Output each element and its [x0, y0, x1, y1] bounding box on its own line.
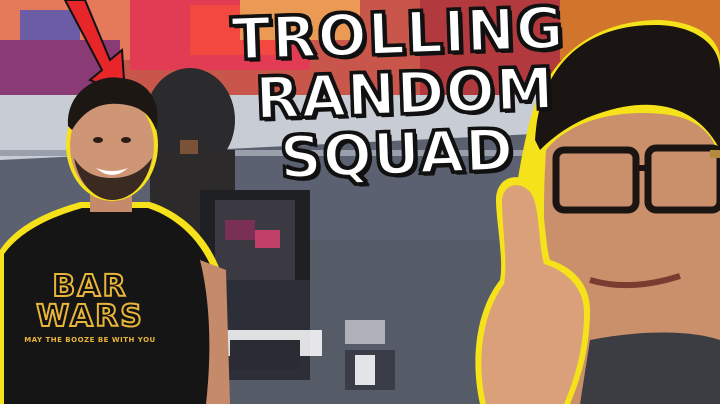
shirt-tagline: MAY THE BOOZE BE WITH YOU	[24, 336, 156, 344]
left-person	[0, 77, 230, 404]
title-line-3: SQUAD	[277, 114, 517, 193]
shirt-line-1: BAR	[51, 269, 128, 304]
shirt-print: BAR WARS MAY THE BOOZE BE WITH YOU	[0, 269, 180, 345]
shirt-line-2: WARS	[35, 299, 144, 334]
video-thumbnail[interactable]: BAR WARS MAY THE BOOZE BE WITH YOU TROLL…	[0, 0, 720, 404]
thumbnail-title: TROLLING RANDOM SQUAD	[229, 0, 567, 193]
